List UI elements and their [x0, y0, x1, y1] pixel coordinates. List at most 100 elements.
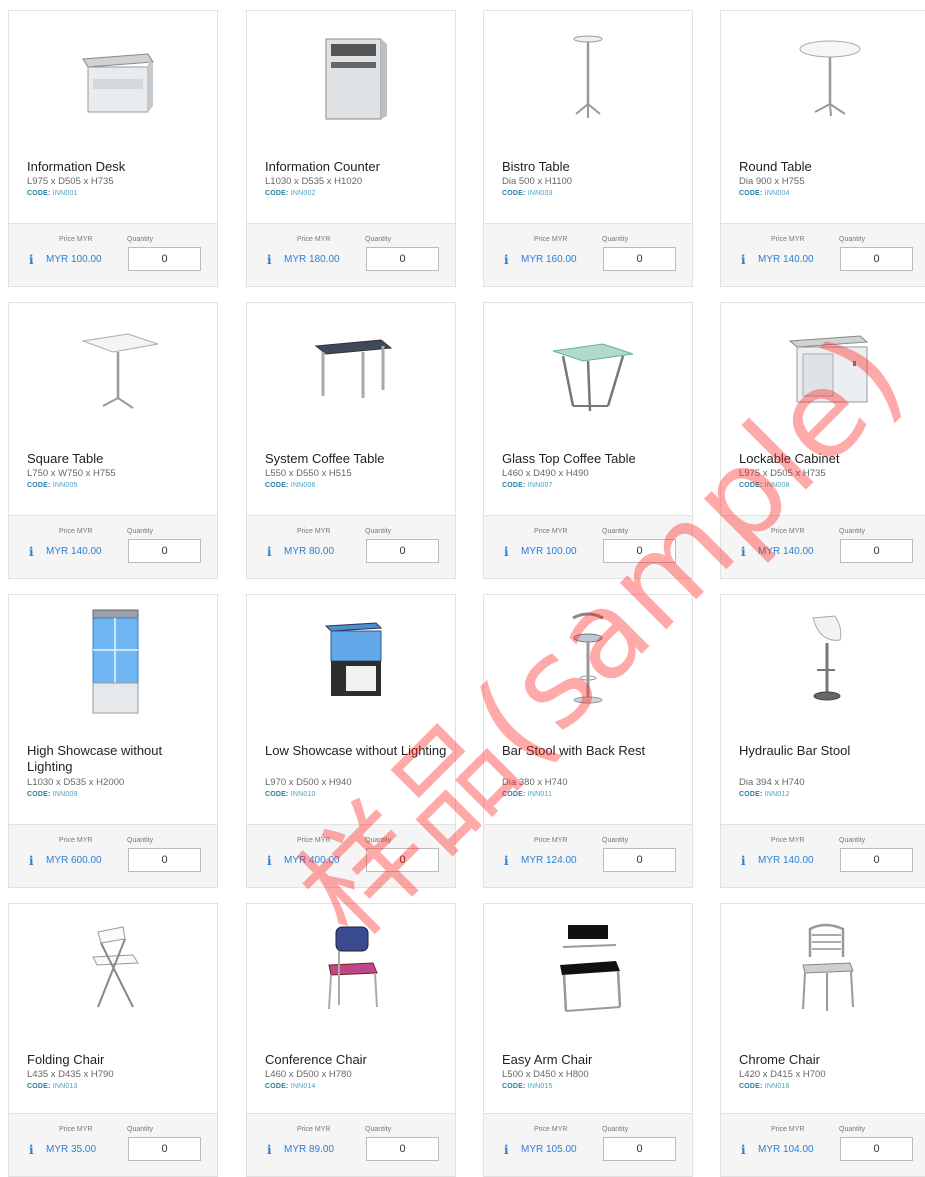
product-image[interactable] — [484, 603, 692, 723]
product-price: MYR 140.00 — [758, 254, 814, 265]
quantity-input[interactable] — [128, 1137, 201, 1161]
price-footer: Price MYR Quantity i MYR 160.00 — [484, 223, 692, 286]
price-footer: Price MYR Quantity i MYR 104.00 — [721, 1113, 925, 1176]
quantity-input[interactable] — [366, 848, 439, 872]
product-card: System Coffee Table L550 x D550 x H515 C… — [246, 302, 456, 579]
info-icon[interactable]: i — [504, 854, 509, 868]
product-name[interactable]: Easy Arm Chair — [502, 1052, 684, 1068]
info-icon[interactable]: i — [741, 545, 746, 559]
quantity-input[interactable] — [128, 848, 201, 872]
info-icon[interactable]: i — [741, 253, 746, 267]
quantity-input[interactable] — [366, 1137, 439, 1161]
product-image[interactable] — [484, 19, 692, 139]
info-icon[interactable]: i — [741, 854, 746, 868]
product-image[interactable] — [9, 311, 217, 431]
info-icon[interactable]: i — [29, 545, 34, 559]
product-name[interactable]: Information Desk — [27, 159, 209, 175]
product-name[interactable]: Conference Chair — [265, 1052, 447, 1068]
quantity-label: Quantity — [602, 1126, 629, 1133]
quantity-label: Quantity — [602, 528, 629, 535]
product-image[interactable] — [247, 603, 455, 723]
price-label: Price MYR — [771, 1126, 805, 1133]
product-image[interactable] — [484, 311, 692, 431]
product-image[interactable] — [247, 912, 455, 1032]
code-value: INN015 — [527, 1083, 553, 1090]
info-icon[interactable]: i — [267, 545, 272, 559]
code-label: CODE: — [27, 190, 51, 197]
code-label: CODE: — [265, 482, 289, 489]
info-icon[interactable]: i — [504, 545, 509, 559]
product-image[interactable] — [721, 603, 925, 723]
product-name[interactable]: Information Counter — [265, 159, 447, 175]
info-icon[interactable]: i — [267, 854, 272, 868]
quantity-input[interactable] — [840, 247, 913, 271]
info-icon[interactable]: i — [29, 854, 34, 868]
product-name[interactable]: Bar Stool with Back Rest — [502, 743, 684, 759]
product-image[interactable] — [247, 19, 455, 139]
price-label: Price MYR — [297, 528, 331, 535]
quantity-input[interactable] — [603, 1137, 676, 1161]
price-footer: Price MYR Quantity i MYR 35.00 — [9, 1113, 217, 1176]
quantity-input[interactable] — [840, 848, 913, 872]
product-image[interactable] — [484, 912, 692, 1032]
product-name[interactable]: Square Table — [27, 451, 209, 467]
quantity-label: Quantity — [127, 528, 154, 535]
price-footer: Price MYR Quantity i MYR 105.00 — [484, 1113, 692, 1176]
quantity-label: Quantity — [365, 1126, 392, 1133]
product-image[interactable] — [9, 603, 217, 723]
code-label: CODE: — [739, 791, 763, 798]
info-icon[interactable]: i — [741, 1143, 746, 1157]
info-icon[interactable]: i — [267, 1143, 272, 1157]
product-card: Bistro Table Dia 500 x H1100 CODE: INN00… — [483, 10, 693, 287]
info-icon[interactable]: i — [29, 253, 34, 267]
product-image[interactable] — [9, 912, 217, 1032]
quantity-input[interactable] — [128, 539, 201, 563]
product-image[interactable] — [721, 311, 925, 431]
product-code: CODE: INN008 — [739, 481, 790, 491]
product-name[interactable]: Bistro Table — [502, 159, 684, 175]
product-name[interactable]: High Showcase without Lighting — [27, 743, 209, 775]
quantity-input[interactable] — [840, 1137, 913, 1161]
product-code: CODE: INN006 — [265, 481, 316, 491]
product-name[interactable]: Glass Top Coffee Table — [502, 451, 684, 467]
product-name[interactable]: Hydraulic Bar Stool — [739, 743, 921, 759]
price-footer: Price MYR Quantity i MYR 400.00 — [247, 824, 455, 887]
product-image[interactable] — [721, 912, 925, 1032]
product-image[interactable] — [247, 311, 455, 431]
code-value: INN014 — [290, 1083, 316, 1090]
product-name[interactable]: Chrome Chair — [739, 1052, 921, 1068]
product-name[interactable]: Low Showcase without Lighting — [265, 743, 447, 759]
product-name[interactable]: System Coffee Table — [265, 451, 447, 467]
product-image[interactable] — [721, 19, 925, 139]
info-icon[interactable]: i — [504, 1143, 509, 1157]
product-name[interactable]: Lockable Cabinet — [739, 451, 921, 467]
quantity-input[interactable] — [128, 247, 201, 271]
quantity-input[interactable] — [366, 247, 439, 271]
quantity-input[interactable] — [840, 539, 913, 563]
info-icon[interactable]: i — [29, 1143, 34, 1157]
quantity-input[interactable] — [366, 539, 439, 563]
info-icon[interactable]: i — [267, 253, 272, 267]
product-card: Information Counter L1030 x D535 x H1020… — [246, 10, 456, 287]
product-dimensions: L420 x D415 x H700 — [739, 1069, 826, 1080]
code-label: CODE: — [502, 1083, 526, 1090]
product-price: MYR 600.00 — [46, 855, 102, 866]
product-name[interactable]: Round Table — [739, 159, 921, 175]
product-code: CODE: INN010 — [265, 790, 316, 800]
quantity-input[interactable] — [603, 539, 676, 563]
info-icon[interactable]: i — [504, 253, 509, 267]
product-price: MYR 105.00 — [521, 1144, 577, 1155]
quantity-input[interactable] — [603, 247, 676, 271]
product-name[interactable]: Folding Chair — [27, 1052, 209, 1068]
code-label: CODE: — [502, 190, 526, 197]
code-value: INN008 — [764, 482, 790, 489]
product-dimensions: Dia 380 x H740 — [502, 777, 568, 788]
code-label: CODE: — [739, 1083, 763, 1090]
product-price: MYR 124.00 — [521, 855, 577, 866]
product-dimensions: Dia 500 x H1100 — [502, 176, 573, 187]
quantity-input[interactable] — [603, 848, 676, 872]
product-code: CODE: INN015 — [502, 1082, 553, 1092]
product-card: Glass Top Coffee Table L460 x D490 x H49… — [483, 302, 693, 579]
product-price: MYR 140.00 — [758, 855, 814, 866]
product-image[interactable] — [9, 19, 217, 139]
